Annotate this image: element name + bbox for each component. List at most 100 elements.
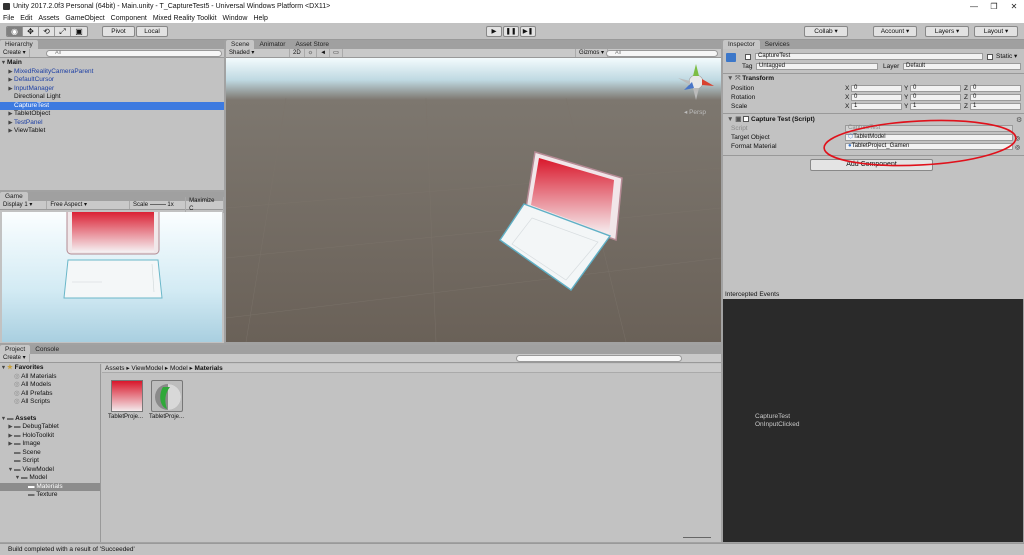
hierarchy-item[interactable]: ▶TestPanel [0, 119, 224, 128]
asset-file-label[interactable]: TabletProje... [108, 414, 143, 420]
tab-inspector[interactable]: Inspector [723, 40, 760, 49]
asset-folder[interactable]: ▼▬ Model [0, 474, 100, 483]
aspect-dropdown[interactable]: Free Aspect ▾ [47, 201, 131, 209]
audio-icon[interactable]: ◄ [317, 49, 331, 57]
hierarchy-item[interactable]: Directional Light [0, 93, 224, 102]
scene-view[interactable]: ◂ Persp [226, 58, 721, 342]
breadcrumb-item[interactable]: Materials [195, 365, 223, 372]
asset-folder[interactable]: ▬ Script [0, 457, 100, 466]
rect-tool-icon[interactable]: ▣ [71, 27, 87, 36]
position-x-input[interactable]: 0 [851, 85, 902, 92]
layout-button[interactable]: Layout ▾ [974, 26, 1018, 37]
rotation-x-input[interactable]: 0 [851, 94, 902, 101]
layers-button[interactable]: Layers ▾ [925, 26, 969, 37]
gizmos-dropdown[interactable]: Gizmos ▾ [575, 49, 609, 57]
hierarchy-create-button[interactable]: Create ▾ [0, 49, 30, 57]
menu-gameobject[interactable]: GameObject [65, 15, 104, 22]
object-name-input[interactable]: CaptureTest [755, 53, 983, 60]
view-tool-icon[interactable]: ◉ [7, 27, 23, 36]
hierarchy-item[interactable]: ▶TabletObject [0, 110, 224, 119]
pause-button[interactable]: ❚❚ [503, 26, 519, 37]
hierarchy-item[interactable]: ▶InputManager [0, 85, 224, 94]
breadcrumb-item[interactable]: ViewModel [131, 365, 163, 372]
asset-folder[interactable]: ▬ Scene [0, 449, 100, 458]
tab-console[interactable]: Console [30, 345, 64, 354]
scale-x-input[interactable]: 1 [851, 103, 902, 110]
effects-icon[interactable]: ▭ [330, 49, 343, 57]
game-view[interactable] [2, 212, 222, 342]
menu-mixed-reality-toolkit[interactable]: Mixed Reality Toolkit [153, 15, 217, 22]
scene-search-input[interactable]: All [606, 50, 718, 57]
asset-folder[interactable]: ▶▬ DebugTablet [0, 423, 100, 432]
material-thumbnail-red[interactable] [111, 380, 143, 412]
scale-z-input[interactable]: 1 [970, 103, 1021, 110]
account-button[interactable]: Account ▾ [873, 26, 917, 37]
menu-file[interactable]: File [3, 15, 14, 22]
transform-header[interactable]: ▼ ⤧ Transform [727, 75, 774, 83]
rotate-tool-icon[interactable]: ⟲ [39, 27, 55, 36]
material-thumbnail-green[interactable] [151, 380, 183, 412]
assets-header[interactable]: ▼▬ Assets [0, 415, 100, 424]
static-dropdown[interactable]: Static ▾ [996, 53, 1017, 61]
capture-test-script-header[interactable]: ▼ ▣ Capture Test (Script) [727, 116, 815, 124]
project-create-button[interactable]: Create ▾ [0, 354, 30, 362]
menu-edit[interactable]: Edit [20, 15, 32, 22]
minimize-button[interactable]: — [964, 0, 984, 13]
menu-assets[interactable]: Assets [38, 15, 59, 22]
favorite-item[interactable]: ◎ All Prefabs [0, 390, 100, 399]
collab-button[interactable]: Collab ▾ [804, 26, 848, 37]
asset-folder[interactable]: ▶▬ HoloToolkit [0, 432, 100, 441]
hierarchy-item[interactable]: ▶MixedRealityCameraParent [0, 68, 224, 77]
tab-services[interactable]: Services [760, 40, 795, 49]
move-tool-icon[interactable]: ✥ [23, 27, 39, 36]
rotation-z-input[interactable]: 0 [970, 94, 1021, 101]
scale-y-input[interactable]: 1 [910, 103, 961, 110]
rotation-y-input[interactable]: 0 [910, 94, 961, 101]
thumbnail-size-slider[interactable] [683, 537, 711, 538]
pivot-toggle[interactable]: Pivot [102, 26, 135, 37]
tab-hierarchy[interactable]: Hierarchy [0, 40, 38, 49]
maximize-button[interactable]: ❐ [984, 0, 1004, 13]
play-button[interactable]: ▶ [486, 26, 502, 37]
breadcrumb-item[interactable]: Assets [105, 365, 125, 372]
asset-folder-selected[interactable]: ▬ Materials [0, 482, 100, 491]
hierarchy-item[interactable]: ▶ViewTablet [0, 127, 224, 136]
tab-scene[interactable]: Scene [226, 40, 255, 49]
favorite-item[interactable]: ◎ All Materials [0, 373, 100, 382]
static-checkbox[interactable] [987, 54, 993, 60]
close-button[interactable]: ✕ [1004, 0, 1024, 13]
layer-dropdown[interactable]: Default [903, 63, 1021, 70]
maximize-on-play-toggle[interactable]: Maximize C [185, 197, 224, 213]
active-checkbox[interactable] [745, 54, 751, 60]
hierarchy-item-selected[interactable]: CaptureTest [0, 101, 224, 110]
position-z-input[interactable]: 0 [970, 85, 1021, 92]
step-button[interactable]: ▶❚ [520, 26, 536, 37]
local-toggle[interactable]: Local [136, 26, 168, 37]
tab-project[interactable]: Project [0, 345, 31, 354]
2d-toggle[interactable]: 2D [290, 49, 305, 57]
menu-help[interactable]: Help [253, 15, 267, 22]
lighting-icon[interactable]: ☼ [305, 49, 318, 57]
hierarchy-item[interactable]: ▶DefaultCursor [0, 76, 224, 85]
project-search-input[interactable] [516, 355, 682, 362]
favorite-item[interactable]: ◎ All Scripts [0, 398, 100, 407]
position-y-input[interactable]: 0 [910, 85, 961, 92]
breadcrumb-item[interactable]: Model [170, 365, 188, 372]
menu-component[interactable]: Component [111, 15, 147, 22]
scene-root-main[interactable]: ▼Main [0, 59, 224, 68]
scale-slider[interactable]: Scale 1x [130, 201, 185, 209]
menu-window[interactable]: Window [223, 15, 248, 22]
tab-animator[interactable]: Animator [254, 40, 290, 49]
tab-game[interactable]: Game [0, 192, 28, 201]
asset-folder[interactable]: ▬ Texture [0, 491, 100, 500]
tag-dropdown[interactable]: Untagged [756, 63, 878, 70]
scale-tool-icon[interactable]: ⤢ [55, 27, 71, 36]
shading-mode-dropdown[interactable]: Shaded ▾ [226, 49, 290, 57]
display-dropdown[interactable]: Display 1 ▾ [0, 201, 48, 209]
hierarchy-search-input[interactable]: All [46, 50, 222, 57]
favorite-item[interactable]: ◎ All Models [0, 381, 100, 390]
tab-asset-store[interactable]: Asset Store [290, 40, 334, 49]
asset-file-label[interactable]: TabletProje... [149, 414, 184, 420]
favorites-header[interactable]: ▼★ Favorites [0, 364, 100, 373]
asset-folder[interactable]: ▶▬ Image [0, 440, 100, 449]
